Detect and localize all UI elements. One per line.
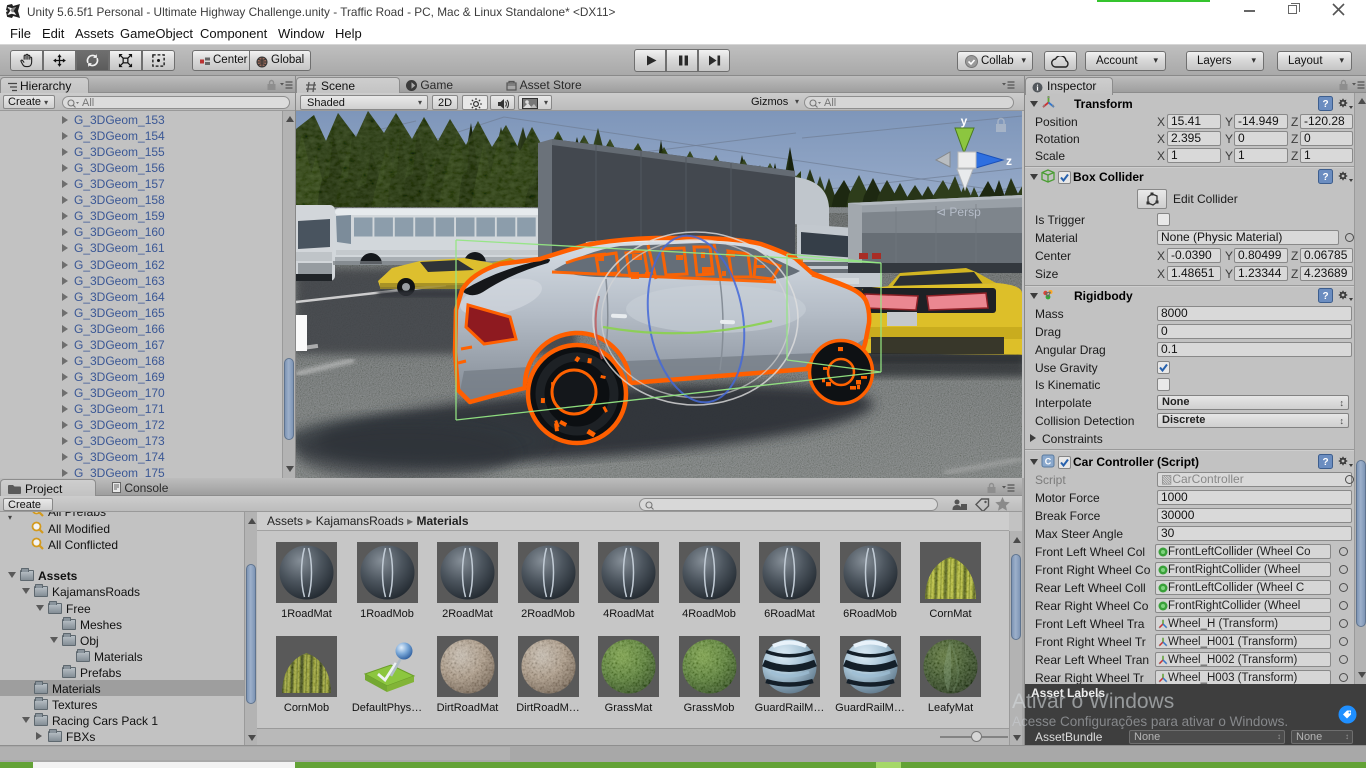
- svg-text:?: ?: [1322, 457, 1328, 468]
- svg-text:z: z: [1006, 154, 1012, 168]
- svg-text:?: ?: [1322, 99, 1328, 110]
- svg-text:⊲ Persp: ⊲ Persp: [936, 205, 981, 219]
- svg-text:?: ?: [1322, 291, 1328, 302]
- svg-text:y: y: [961, 114, 968, 128]
- svg-text:?: ?: [1322, 172, 1328, 183]
- svg-text:C: C: [1045, 457, 1052, 467]
